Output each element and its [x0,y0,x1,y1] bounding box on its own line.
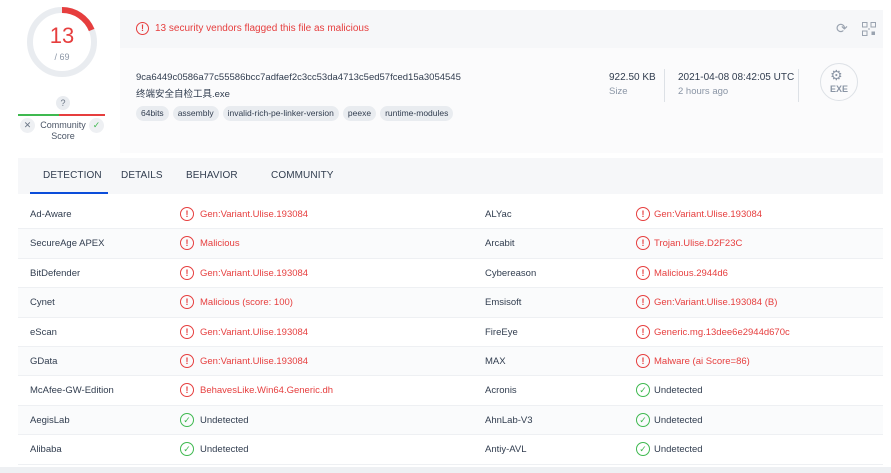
engine-name: Cynet [30,297,55,309]
analysis-date-value: 2021-04-08 08:42:05 UTC [678,72,795,83]
engine-name: Acronis [485,385,517,397]
file-type-label: EXE [829,84,848,94]
detection-row: AegisLab ✓ Undetected AhnLab-V3 ✓ Undetected [18,405,883,436]
engine-name: GData [30,355,58,367]
alert-icon: ! [180,353,194,368]
detection-result: BehavesLike.Win64.Generic.dh [200,385,334,397]
engine-name: Emsisoft [485,297,522,309]
engine-name: ALYac [485,209,512,220]
alert-icon: ! [180,236,194,251]
file-tags: 64bits assembly invalid-rich-pe-linker-ver… [136,106,454,121]
alert-icon: ! [636,353,650,368]
detection-result: Undetected [654,414,703,426]
detection-result: Gen:Variant.Ulise.193084 (B) [654,297,778,309]
engine-name: eScan [30,326,57,338]
alert-icon: ! [636,295,650,310]
engine-name: MAX [485,355,506,367]
file-tag[interactable]: invalid-rich-pe-linker-version [222,106,339,121]
community-score-bar-red [59,114,105,116]
engine-name: SecureAge APEX [30,238,105,250]
detection-count: 13 [49,23,75,48]
engine-name: AegisLab [30,414,70,426]
analysis-date-label: 2 hours ago [678,86,729,97]
detection-result: Undetected [200,444,249,456]
check-icon: ✓ [636,412,650,427]
detection-result: Gen:Variant.Ulise.193084 [200,267,309,279]
detection-result: Malicious [200,238,240,250]
page-bottom-strip [0,467,891,473]
community-score-value: ? [56,96,70,110]
detection-result: Malicious (score: 100) [200,297,293,309]
divider [798,69,799,102]
file-size-label: Size [609,86,628,97]
detection-result: Malware (ai Score=86) [654,355,750,367]
alert-icon: ! [636,324,650,339]
file-tag[interactable]: assembly [172,106,219,121]
divider [664,69,665,102]
engine-name: Cybereason [485,267,537,279]
file-info-card [120,48,883,153]
alert-icon: ! [180,265,194,280]
detection-row: Alibaba ✓ Undetected Antiy-AVL ✓ Undetected [18,435,883,465]
qr-scan-icon[interactable] [862,22,876,36]
detection-row: McAfee-GW-Edition! BehavesLike.Win64.Gene… [18,376,883,406]
engine-name: Alibaba [30,444,62,456]
file-tag[interactable]: 64bits [136,106,169,121]
check-icon: ✓ [636,383,650,398]
check-icon[interactable]: ✓ [89,118,104,133]
alert-icon: ! [180,295,194,310]
detection-row: Ad-Aware! Gen:Variant.Ulise.193084 ALYac! G… [18,200,883,230]
engine-name: AhnLab-V3 [485,414,533,426]
tab-detection[interactable]: DETECTION [43,170,102,182]
active-tab-indicator [30,192,108,194]
community-score-label: Community Score [40,120,86,141]
detection-result: Generic.mg.13dee6e2944d670c [654,326,790,338]
reload-icon[interactable]: ⟳ [836,21,848,35]
detection-total: / 69 [54,52,70,62]
alert-text: 13 security vendors flagged this file as… [155,23,369,34]
alert-icon: ! [636,236,650,251]
detection-result: Undetected [654,444,703,456]
detection-table: Ad-Aware! Gen:Variant.Ulise.193084 ALYac! G… [18,200,883,465]
check-icon: ✓ [180,442,194,457]
file-tag[interactable]: runtime-modules [380,106,454,121]
alert-icon: ! [180,207,194,221]
detection-result: Gen:Variant.Ulise.193084 [654,209,763,220]
engine-name: Antiy-AVL [485,444,527,456]
file-tag[interactable]: peexe [342,106,377,121]
alert-icon: ! [180,324,194,339]
check-icon: ✓ [180,412,194,427]
engine-name: FireEye [485,326,518,338]
detection-result: Trojan.Ulise.D2F23C [654,238,743,250]
detection-result: Undetected [654,385,703,397]
detection-row: BitDefender! Gen:Variant.Ulise.193084 Cybe… [18,258,883,289]
detection-result: Gen:Variant.Ulise.193084 [200,209,309,220]
detection-result: Malicious.2944d6 [654,267,728,279]
engine-name: Ad-Aware [30,209,72,220]
exe-glyph: ⚙ [830,67,843,83]
detection-row: eScan! Gen:Variant.Ulise.193084 FireEye! Ge… [18,317,883,347]
alert-icon: ! [636,207,650,221]
check-icon: ✓ [636,442,650,457]
x-icon[interactable]: ✕ [20,118,35,133]
engine-name: McAfee-GW-Edition [30,385,114,397]
detection-result: Gen:Variant.Ulise.193084 [200,355,309,367]
detection-row: Cynet! Malicious (score: 100) Emsisoft! Gen… [18,288,883,318]
engine-name: BitDefender [30,267,81,279]
alert-icon: ! [136,22,149,35]
detection-result: Undetected [200,414,249,426]
alert-icon: ! [180,383,194,398]
detection-result: Gen:Variant.Ulise.193084 [200,326,309,338]
file-name: 终端安全自检工具.exe [136,89,230,100]
alert-icon: ! [636,265,650,280]
detection-row: GData! Gen:Variant.Ulise.193084 MAX! Malwar… [18,346,883,377]
community-score-bar-green [18,114,59,116]
engine-name: Arcabit [485,238,515,250]
file-size-value: 922.50 KB [609,72,656,83]
file-hash[interactable]: 9ca6449c0586a77c55586bcc7adfaef2c3cc53da… [136,72,461,84]
detection-row: SecureAge APEX! Malicious Arcabit! Trojan.U… [18,229,883,259]
tab-behavior[interactable]: BEHAVIOR [186,170,238,182]
tab-details[interactable]: DETAILS [121,170,163,182]
tab-community[interactable]: COMMUNITY [271,170,334,182]
